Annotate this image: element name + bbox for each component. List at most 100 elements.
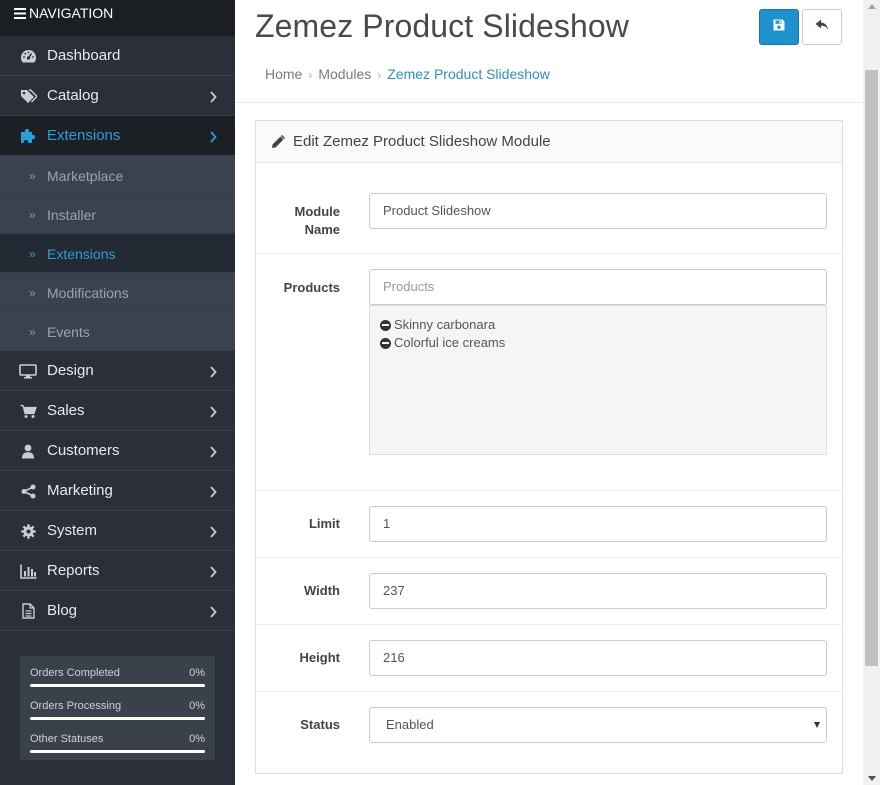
breadcrumb: Home › Modules › Zemez Product Slideshow <box>265 66 550 82</box>
width-input[interactable]: 237 <box>369 573 827 609</box>
page-title: Zemez Product Slideshow <box>255 8 630 44</box>
vertical-scrollbar[interactable] <box>863 0 880 785</box>
monitor-icon <box>19 363 37 379</box>
sidebar-item-customers[interactable]: Customers <box>0 431 235 471</box>
sidebar-item-label: System <box>47 522 98 539</box>
height-input[interactable]: 216 <box>369 640 827 676</box>
dashboard-icon <box>19 48 37 64</box>
main-content: Zemez Product Slideshow Home › Modules › Zem… <box>235 0 863 785</box>
submenu-item-extensions[interactable]: » Extensions <box>0 234 235 273</box>
form-row-limit: Limit 1 <box>256 491 842 558</box>
sidebar-item-label: Design <box>47 362 94 379</box>
chevron-right-icon <box>209 405 217 418</box>
products-label: Products <box>283 280 340 295</box>
chevron-right-icon <box>209 485 217 498</box>
double-angle-right-icon: » <box>29 169 36 183</box>
sidebar-item-label: Customers <box>47 442 120 459</box>
stat-label: Orders Processing <box>30 700 122 712</box>
height-label: Height <box>299 650 340 665</box>
bar-chart-icon <box>19 563 37 579</box>
breadcrumb-current[interactable]: Zemez Product Slideshow <box>387 66 550 82</box>
stat-label: Other Statuses <box>30 733 104 745</box>
reply-icon <box>815 18 829 36</box>
navigation-header[interactable]: NAVIGATION <box>0 0 235 36</box>
extensions-submenu: » Marketplace » Installer » Extensions »… <box>0 156 235 351</box>
scrollbar-thumb[interactable] <box>865 70 878 666</box>
navigation-header-label: NAVIGATION <box>29 5 114 21</box>
submenu-item-events[interactable]: » Events <box>0 312 235 351</box>
breadcrumb-modules[interactable]: Modules <box>318 66 371 82</box>
module-name-label-line: Module <box>294 204 341 219</box>
submenu-item-marketplace[interactable]: » Marketplace <box>0 156 235 195</box>
sidebar-item-label: Dashboard <box>47 47 121 64</box>
panel-heading: Edit Zemez Product Slideshow Module <box>256 121 842 163</box>
caret-down-icon <box>814 722 820 728</box>
file-icon <box>19 603 37 619</box>
form-row-products: Products Products Skinny carbonara Color… <box>256 254 842 491</box>
breadcrumb-separator: › <box>308 68 313 82</box>
width-label: Width <box>304 583 340 598</box>
stat-orders-completed: Orders Completed 0% <box>30 666 205 699</box>
sidebar-item-label: Reports <box>47 562 100 579</box>
back-button[interactable] <box>802 9 842 45</box>
sidebar-item-dashboard[interactable]: Dashboard <box>0 36 235 76</box>
status-select-value: Enabled <box>386 717 434 732</box>
product-name: Skinny carbonara <box>394 317 496 332</box>
submenu-item-installer[interactable]: » Installer <box>0 195 235 234</box>
module-name-label: Module Name <box>256 203 341 239</box>
form-row-module-name: Module Name Product Slideshow <box>256 163 842 254</box>
minus-circle-icon[interactable] <box>380 319 391 331</box>
puzzle-icon <box>19 128 37 144</box>
double-angle-right-icon: » <box>29 247 36 261</box>
sidebar-item-marketing[interactable]: Marketing <box>0 471 235 511</box>
status-label: Status <box>300 717 340 732</box>
sidebar-item-system[interactable]: System <box>0 511 235 551</box>
double-angle-right-icon: » <box>29 325 36 339</box>
panel-title: Edit Zemez Product Slideshow Module <box>293 133 551 150</box>
sidebar-item-blog[interactable]: Blog <box>0 591 235 631</box>
submenu-item-label: Extensions <box>47 246 116 262</box>
submenu-item-label: Marketplace <box>47 168 124 184</box>
stat-label: Orders Completed <box>30 667 120 679</box>
chevron-right-icon <box>209 90 217 103</box>
sidebar-item-label: Marketing <box>47 482 113 499</box>
submenu-item-label: Modifications <box>47 285 129 301</box>
save-button[interactable] <box>759 9 799 45</box>
sidebar-item-reports[interactable]: Reports <box>0 551 235 591</box>
chevron-right-icon <box>209 605 217 618</box>
limit-input[interactable]: 1 <box>369 506 827 542</box>
limit-label: Limit <box>308 516 340 531</box>
list-item: Skinny carbonara <box>380 316 816 334</box>
module-name-input[interactable]: Product Slideshow <box>369 193 827 229</box>
chevron-right-icon <box>209 565 217 578</box>
stat-value: 0% <box>189 667 205 679</box>
tags-icon <box>19 88 37 104</box>
chevron-right-icon <box>209 130 217 143</box>
sidebar-item-label: Catalog <box>47 87 99 104</box>
sidebar-item-sales[interactable]: Sales <box>0 391 235 431</box>
list-item: Colorful ice creams <box>380 334 816 352</box>
breadcrumb-separator: › <box>377 68 382 82</box>
minus-circle-icon[interactable] <box>380 337 391 349</box>
scroll-up-arrow-icon[interactable] <box>868 4 876 9</box>
progress-bar <box>30 750 205 753</box>
chevron-right-icon <box>209 525 217 538</box>
status-select[interactable]: Enabled <box>369 707 827 743</box>
form-row-status: Status Enabled <box>256 692 842 773</box>
sidebar-item-design[interactable]: Design <box>0 351 235 391</box>
sidebar-item-label: Extensions <box>47 127 121 144</box>
form-row-height: Height 216 <box>256 625 842 692</box>
submenu-item-modifications[interactable]: » Modifications <box>0 273 235 312</box>
breadcrumb-home[interactable]: Home <box>265 66 302 82</box>
gear-icon <box>19 523 37 539</box>
sidebar-item-catalog[interactable]: Catalog <box>0 76 235 116</box>
order-stats-box: Orders Completed 0% Orders Processing 0%… <box>20 656 215 760</box>
double-angle-right-icon: » <box>29 286 36 300</box>
stat-orders-processing: Orders Processing 0% <box>30 699 205 732</box>
products-autocomplete-input[interactable]: Products <box>369 269 827 305</box>
submenu-item-label: Events <box>47 324 90 340</box>
chevron-right-icon <box>209 365 217 378</box>
page-header: Zemez Product Slideshow Home › Modules › Zem… <box>235 0 863 103</box>
sidebar-item-extensions[interactable]: Extensions <box>0 116 235 156</box>
scroll-down-arrow-icon[interactable] <box>868 776 876 781</box>
